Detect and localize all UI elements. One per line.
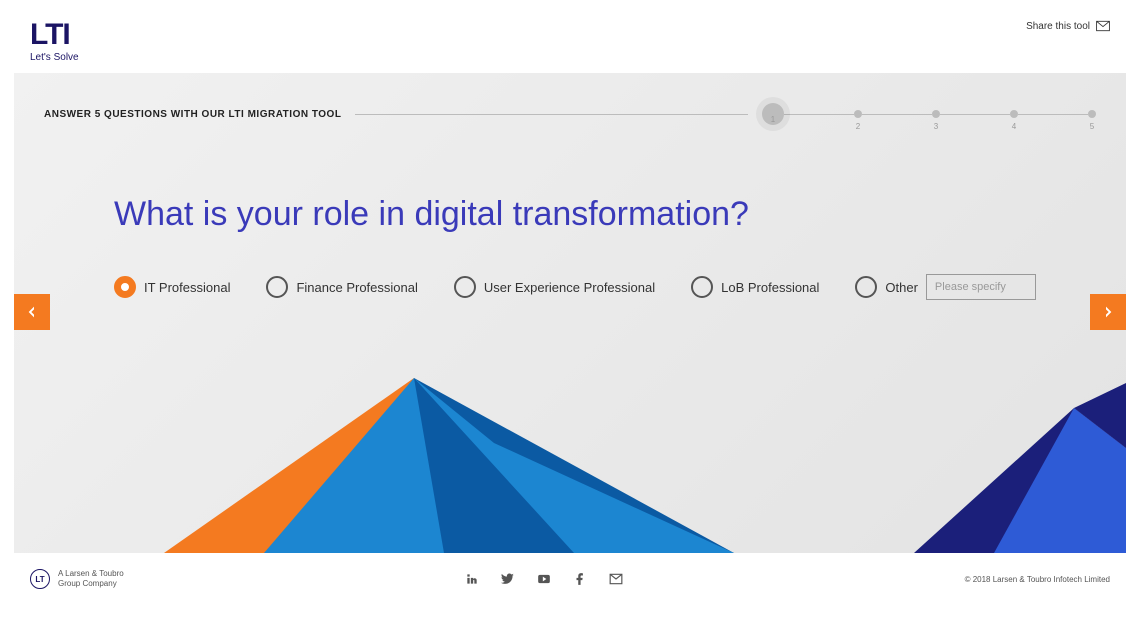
company-line-2: Group Company <box>58 579 124 589</box>
option-lob-professional[interactable]: LoB Professional <box>691 276 819 298</box>
mail-footer-icon[interactable] <box>608 571 624 587</box>
panel-heading: ANSWER 5 QUESTIONS WITH OUR LTI MIGRATIO… <box>44 109 341 120</box>
mail-icon <box>1096 20 1110 32</box>
option-finance-professional[interactable]: Finance Professional <box>266 276 417 298</box>
prev-button[interactable] <box>14 294 50 330</box>
step-2[interactable]: 2 <box>854 110 862 118</box>
share-label: Share this tool <box>1026 21 1090 32</box>
option-label: LoB Professional <box>721 280 819 295</box>
other-specify-input[interactable] <box>926 274 1036 300</box>
social-links <box>464 571 624 587</box>
brand-tagline: Let's Solve <box>30 52 79 63</box>
option-label: User Experience Professional <box>484 280 655 295</box>
arrow-left-icon <box>24 304 40 320</box>
question-text: What is your role in digital transformat… <box>114 195 1126 234</box>
youtube-icon[interactable] <box>536 571 552 587</box>
option-label: Other <box>885 280 918 295</box>
step-indicator: 1 2 3 4 5 <box>762 103 1096 125</box>
step-5[interactable]: 5 <box>1088 110 1096 118</box>
option-label: Finance Professional <box>296 280 417 295</box>
option-it-professional[interactable]: IT Professional <box>114 276 230 298</box>
linkedin-icon[interactable] <box>464 571 480 587</box>
next-button[interactable] <box>1090 294 1126 330</box>
facebook-icon[interactable] <box>572 571 588 587</box>
radio-icon <box>266 276 288 298</box>
radio-icon <box>454 276 476 298</box>
brand-name: LTI <box>30 20 79 50</box>
radio-icon <box>691 276 713 298</box>
radio-icon <box>114 276 136 298</box>
radio-icon <box>855 276 877 298</box>
lt-logo-icon: LT <box>30 569 50 589</box>
company-line-1: A Larsen & Toubro <box>58 569 124 579</box>
share-tool-link[interactable]: Share this tool <box>1026 20 1110 32</box>
step-4[interactable]: 4 <box>1010 110 1018 118</box>
option-ux-professional[interactable]: User Experience Professional <box>454 276 655 298</box>
arrow-right-icon <box>1100 304 1116 320</box>
step-1[interactable]: 1 <box>762 103 784 125</box>
decorative-shapes <box>14 353 1126 553</box>
options-row: IT Professional Finance Professional Use… <box>114 274 1126 300</box>
copyright-text: © 2018 Larsen & Toubro Infotech Limited <box>965 575 1110 584</box>
footer-company: LT A Larsen & Toubro Group Company <box>30 569 124 589</box>
header-divider <box>355 114 748 115</box>
option-other[interactable]: Other <box>855 274 1036 300</box>
step-3[interactable]: 3 <box>932 110 940 118</box>
brand-logo: LTI Let's Solve <box>30 20 79 63</box>
question-panel: ANSWER 5 QUESTIONS WITH OUR LTI MIGRATIO… <box>14 73 1126 553</box>
twitter-icon[interactable] <box>500 571 516 587</box>
option-label: IT Professional <box>144 280 230 295</box>
